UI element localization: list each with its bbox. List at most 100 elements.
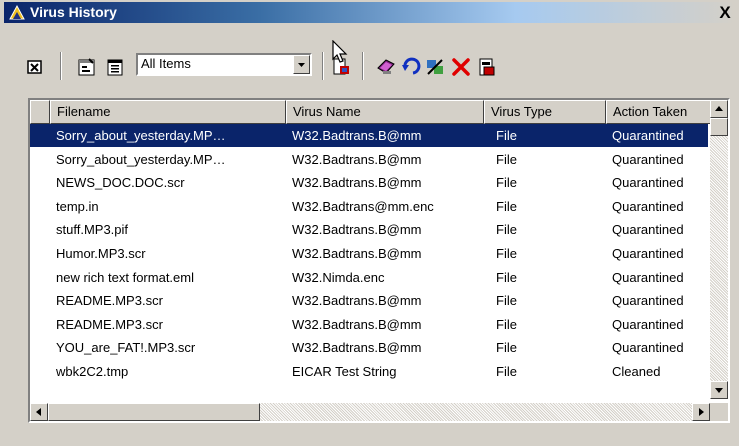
cell-type: File bbox=[496, 340, 517, 356]
cell-action: Quarantined bbox=[612, 175, 684, 191]
column-header-virus-type[interactable]: Virus Type bbox=[484, 100, 606, 124]
window-title: Virus History bbox=[30, 4, 117, 20]
vertical-scrollbar[interactable] bbox=[710, 100, 728, 399]
scroll-left-button[interactable] bbox=[30, 403, 48, 421]
table-row[interactable]: YOU_are_FAT!.MP3.scr W32.Badtrans.B@mm Fil… bbox=[30, 336, 708, 359]
header-spacer bbox=[30, 100, 50, 124]
mouse-cursor-icon bbox=[332, 40, 348, 63]
cell-virus: W32.Badtrans.B@mm bbox=[292, 340, 422, 356]
cell-virus: W32.Badtrans.B@mm bbox=[292, 316, 422, 332]
column-header-action-taken[interactable]: Action Taken bbox=[606, 100, 712, 124]
repair-button[interactable] bbox=[424, 56, 446, 78]
cell-action: Quarantined bbox=[612, 151, 684, 167]
cell-virus: W32.Badtrans.B@mm bbox=[292, 151, 422, 167]
table-row[interactable]: wbk2C2.tmp EICAR Test String File Cleaned bbox=[30, 360, 708, 383]
horizontal-scroll-thumb[interactable] bbox=[48, 403, 260, 421]
cell-filename: new rich text format.eml bbox=[56, 269, 194, 285]
table-row[interactable]: README.MP3.scr W32.Badtrans.B@mm File Quara… bbox=[30, 289, 708, 312]
toolbar-separator bbox=[362, 52, 364, 80]
table-row[interactable]: Sorry_about_yesterday.MP… W32.Badtrans.B@… bbox=[30, 124, 708, 147]
cell-type: File bbox=[496, 364, 517, 379]
virus-history-window: Virus History X All Items Filename Virus… bbox=[0, 0, 739, 446]
undo-icon bbox=[402, 57, 421, 75]
cell-virus: W32.Badtrans.B@mm bbox=[292, 293, 422, 309]
table-row[interactable]: NEWS_DOC.DOC.scr W32.Badtrans.B@mm File Qua… bbox=[30, 171, 708, 194]
cell-action: Quarantined bbox=[612, 340, 684, 356]
cell-filename: temp.in bbox=[56, 198, 99, 214]
cell-action: Quarantined bbox=[612, 293, 684, 309]
cell-virus: W32.Badtrans@mm.enc bbox=[292, 198, 434, 214]
cell-virus: W32.Badtrans.B@mm bbox=[292, 246, 422, 261]
cell-filename: Sorry_about_yesterday.MP… bbox=[56, 128, 226, 143]
cell-filename: README.MP3.scr bbox=[56, 293, 163, 309]
repair-icon bbox=[427, 59, 443, 75]
table-row[interactable]: temp.in W32.Badtrans@mm.enc File Quarantine… bbox=[30, 195, 708, 218]
cell-action: Quarantined bbox=[612, 269, 684, 285]
cell-type: File bbox=[496, 175, 517, 191]
title-bar[interactable]: Virus History X bbox=[4, 2, 735, 23]
cell-filename: Sorry_about_yesterday.MP… bbox=[56, 151, 226, 167]
view-button[interactable] bbox=[104, 56, 126, 78]
filter-dropdown-value: All Items bbox=[141, 56, 191, 71]
scrollbar-corner bbox=[710, 403, 728, 421]
clear-history-icon bbox=[27, 60, 42, 74]
table-header: Filename Virus Name Virus Type Action Ta… bbox=[30, 100, 728, 124]
table-row[interactable]: Humor.MP3.scr W32.Badtrans.B@mm File Quaran… bbox=[30, 242, 708, 265]
cell-action: Quarantined bbox=[612, 198, 684, 214]
table-row[interactable]: stuff.MP3.pif W32.Badtrans.B@mm File Quaran… bbox=[30, 218, 708, 241]
horizontal-scrollbar[interactable] bbox=[30, 403, 710, 421]
cell-type: File bbox=[496, 128, 517, 143]
cell-virus: EICAR Test String bbox=[292, 364, 397, 379]
toolbar-separator bbox=[60, 52, 62, 80]
cell-filename: README.MP3.scr bbox=[56, 316, 163, 332]
arrow-up-icon bbox=[715, 106, 723, 111]
delete-icon bbox=[452, 58, 470, 76]
cell-action: Quarantined bbox=[612, 246, 684, 261]
vertical-scroll-thumb[interactable] bbox=[710, 118, 728, 136]
cell-type: File bbox=[496, 222, 517, 238]
scroll-right-button[interactable] bbox=[692, 403, 710, 421]
cell-filename: Humor.MP3.scr bbox=[56, 246, 146, 261]
filter-dropdown[interactable]: All Items bbox=[136, 53, 312, 76]
chevron-down-icon bbox=[298, 63, 305, 67]
dropdown-arrow-button[interactable] bbox=[293, 55, 310, 74]
cell-virus: W32.Badtrans.B@mm bbox=[292, 128, 422, 143]
column-header-filename[interactable]: Filename bbox=[50, 100, 286, 124]
cell-action: Cleaned bbox=[612, 364, 661, 379]
scroll-up-button[interactable] bbox=[710, 100, 728, 118]
cell-type: File bbox=[496, 151, 517, 167]
view-icon bbox=[107, 59, 123, 76]
restore-button[interactable] bbox=[475, 56, 497, 78]
cell-virus: W32.Badtrans.B@mm bbox=[292, 222, 422, 238]
table-row[interactable]: new rich text format.eml W32.Nimda.enc Fil… bbox=[30, 266, 708, 289]
cell-action: Quarantined bbox=[612, 222, 684, 238]
table-row[interactable]: Sorry_about_yesterday.MP… W32.Badtrans.B@… bbox=[30, 148, 708, 171]
clear-history-button[interactable] bbox=[24, 56, 46, 78]
cell-action: Quarantined bbox=[612, 316, 684, 332]
column-header-virus-name[interactable]: Virus Name bbox=[286, 100, 484, 124]
undo-button[interactable] bbox=[400, 56, 422, 78]
properties-icon bbox=[78, 58, 95, 76]
delete-button[interactable] bbox=[450, 56, 472, 78]
cell-type: File bbox=[496, 246, 517, 261]
cell-virus: W32.Badtrans.B@mm bbox=[292, 175, 422, 191]
cell-filename: NEWS_DOC.DOC.scr bbox=[56, 175, 185, 191]
cell-type: File bbox=[496, 293, 517, 309]
properties-button[interactable] bbox=[76, 56, 98, 78]
virus-history-table[interactable]: Filename Virus Name Virus Type Action Ta… bbox=[28, 98, 730, 423]
app-icon bbox=[9, 4, 25, 20]
table-row[interactable]: README.MP3.scr W32.Badtrans.B@mm File Quara… bbox=[30, 313, 708, 336]
arrow-left-icon bbox=[36, 408, 41, 416]
close-button[interactable]: X bbox=[715, 3, 735, 22]
help-icon bbox=[377, 59, 395, 74]
help-button[interactable] bbox=[375, 56, 397, 78]
cell-filename: YOU_are_FAT!.MP3.scr bbox=[56, 340, 196, 356]
arrow-right-icon bbox=[699, 408, 704, 416]
restore-icon bbox=[479, 58, 495, 76]
scroll-down-button[interactable] bbox=[710, 381, 728, 399]
cell-filename: wbk2C2.tmp bbox=[56, 364, 129, 379]
cell-type: File bbox=[496, 198, 517, 214]
cell-type: File bbox=[496, 269, 517, 285]
cell-filename: stuff.MP3.pif bbox=[56, 222, 129, 238]
cell-virus: W32.Nimda.enc bbox=[292, 269, 385, 285]
